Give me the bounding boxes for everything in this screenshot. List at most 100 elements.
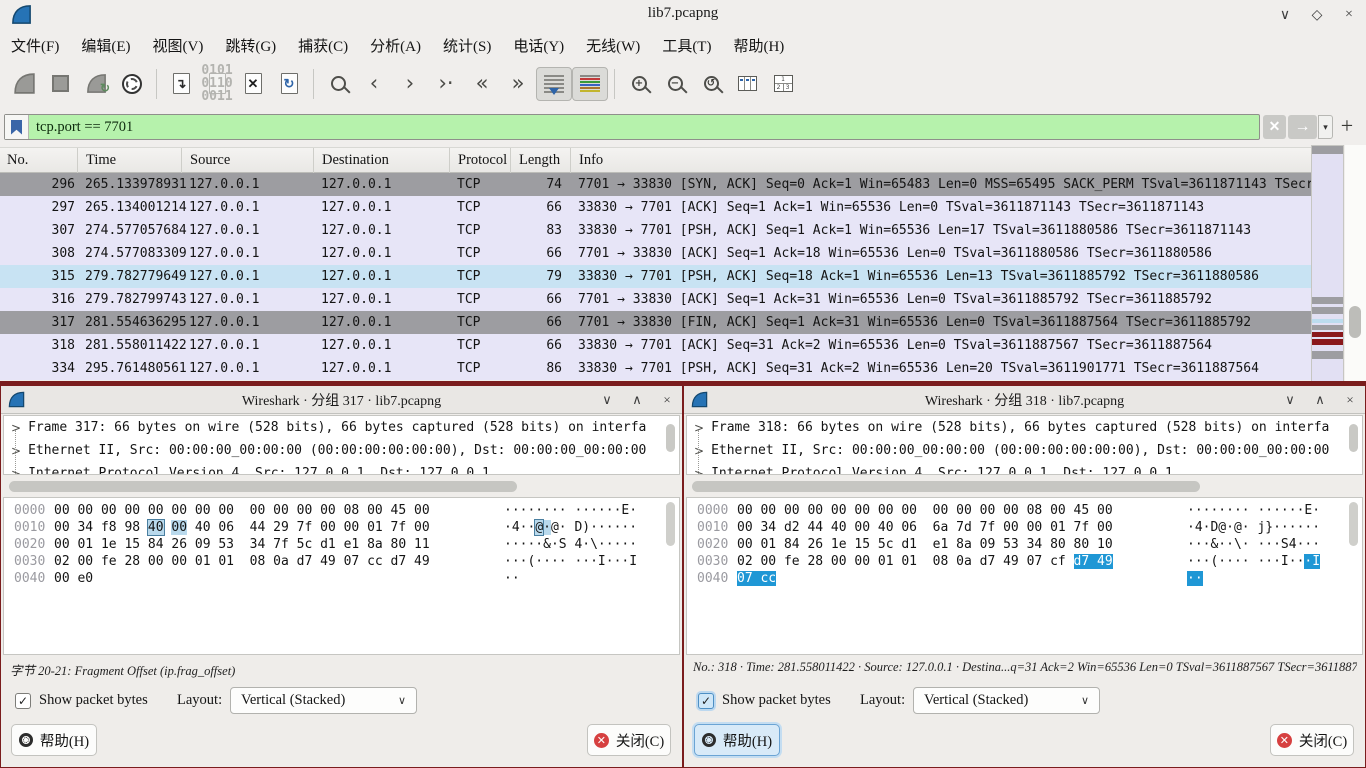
hex-bytes[interactable]: 00 00 00 00 00 00 00 00 00 00 00 00 08 0…	[737, 503, 1113, 518]
hex-ascii[interactable]: ·····&·S 4·\·····	[504, 537, 637, 552]
menu-item[interactable]: 工具(T)	[651, 31, 722, 60]
menu-item[interactable]: 捕获(C)	[287, 31, 359, 60]
layout-icon[interactable]: 123	[765, 67, 801, 101]
tree-row[interactable]: >Internet Protocol Version 4, Src: 127.0…	[4, 462, 679, 475]
packet-list-scrollbar[interactable]	[1345, 145, 1366, 381]
column-header[interactable]: Destination	[313, 148, 449, 174]
zoom-out-icon[interactable]: −	[657, 67, 693, 101]
hex-bytes[interactable]: 07 cc	[737, 571, 776, 586]
zoom-in-icon[interactable]: +	[621, 67, 657, 101]
window-close-button[interactable]: ×	[660, 392, 674, 408]
packet-row[interactable]: 317281.554636295127.0.0.1127.0.0.1TCP667…	[0, 311, 1311, 334]
hex-ascii[interactable]: ···(···· ···I···I	[1187, 554, 1320, 569]
tree-horizontal-scrollbar[interactable]	[686, 480, 1363, 493]
expander-icon[interactable]: >	[694, 421, 704, 435]
packet-bytes-pane[interactable]: 000000 00 00 00 00 00 00 00 00 00 00 00 …	[686, 497, 1363, 655]
column-header[interactable]: Info	[570, 148, 1311, 174]
packet-row[interactable]: 296265.133978931127.0.0.1127.0.0.1TCP747…	[0, 173, 1311, 196]
help-button[interactable]: 帮助(H)	[694, 724, 780, 756]
menu-item[interactable]: 视图(V)	[142, 31, 215, 60]
find-packet-icon[interactable]	[320, 67, 356, 101]
tree-row[interactable]: >Ethernet II, Src: 00:00:00_00:00:00 (00…	[4, 439, 679, 462]
hex-ascii[interactable]: ··	[1187, 571, 1203, 586]
packet-row[interactable]: 318281.558011422127.0.0.1127.0.0.1TCP663…	[0, 334, 1311, 357]
hex-ascii[interactable]: ·4··@·@· D)······	[504, 520, 637, 535]
hex-line[interactable]: 003002 00 fe 28 00 00 01 01 08 0a d7 49 …	[4, 554, 679, 571]
hex-line[interactable]: 001000 34 f8 98 40 00 40 06 44 29 7f 00 …	[4, 520, 679, 537]
hex-bytes[interactable]: 02 00 fe 28 00 00 01 01 08 0a d7 49 07 c…	[737, 554, 1113, 569]
go-to-packet-icon[interactable]: ›·	[428, 67, 464, 101]
close-button[interactable]: ✕关闭(C)	[1270, 724, 1354, 756]
show-packet-bytes-checkbox[interactable]: ✓	[698, 693, 714, 709]
hex-line[interactable]: 000000 00 00 00 00 00 00 00 00 00 00 00 …	[687, 503, 1362, 520]
window-restore-button[interactable]: ∧	[630, 392, 644, 408]
menu-item[interactable]: 统计(S)	[432, 31, 502, 60]
packet-list-header[interactable]: No.TimeSourceDestinationProtocolLengthIn…	[0, 147, 1311, 173]
hex-scrollbar-handle[interactable]	[1349, 502, 1358, 546]
menu-item[interactable]: 分析(A)	[359, 31, 432, 60]
capture-options-icon[interactable]	[114, 67, 150, 101]
packet-details-tree[interactable]: >Frame 318: 66 bytes on wire (528 bits),…	[686, 415, 1363, 475]
hex-line[interactable]: 001000 34 d2 44 40 00 40 06 6a 7d 7f 00 …	[687, 520, 1362, 537]
scrollbar-handle[interactable]	[1349, 306, 1361, 338]
close-file-icon[interactable]: ✕	[235, 67, 271, 101]
menu-item[interactable]: 文件(F)	[0, 31, 70, 60]
hex-ascii[interactable]: ········ ······E·	[1187, 503, 1320, 518]
packet-row[interactable]: 297265.134001214127.0.0.1127.0.0.1TCP663…	[0, 196, 1311, 219]
column-header[interactable]: Time	[77, 148, 181, 174]
help-button[interactable]: 帮助(H)	[11, 724, 97, 756]
tree-row[interactable]: >Internet Protocol Version 4, Src: 127.0…	[687, 462, 1362, 475]
window-close-button[interactable]: ×	[1340, 7, 1358, 23]
save-file-icon[interactable]: 0101 0110 0011	[199, 67, 235, 101]
window-maximize-button[interactable]: ◇	[1308, 7, 1326, 24]
tree-row[interactable]: >Frame 317: 66 bytes on wire (528 bits),…	[4, 416, 679, 439]
hex-line[interactable]: 002000 01 84 26 1e 15 5c d1 e1 8a 09 53 …	[687, 537, 1362, 554]
expander-icon[interactable]: >	[11, 421, 21, 435]
layout-select[interactable]: Vertical (Stacked)∨	[913, 687, 1100, 714]
expander-icon[interactable]: >	[694, 444, 704, 458]
filter-apply-button[interactable]: →	[1288, 115, 1317, 139]
hex-line[interactable]: 003002 00 fe 28 00 00 01 01 08 0a d7 49 …	[687, 554, 1362, 571]
column-header[interactable]: Source	[181, 148, 313, 174]
hex-line[interactable]: 004000 e0··	[4, 571, 679, 588]
filter-add-button[interactable]: +	[1336, 112, 1358, 140]
window-minimize-button[interactable]: ∨	[1276, 7, 1294, 24]
resize-columns-icon[interactable]	[729, 67, 765, 101]
capture-restart-icon[interactable]: ↻	[78, 67, 114, 101]
menu-item[interactable]: 电话(Y)	[502, 31, 575, 60]
reload-file-icon[interactable]: ↻	[271, 67, 307, 101]
scrollbar-handle[interactable]	[9, 481, 517, 492]
hex-line[interactable]: 002000 01 1e 15 84 26 09 53 34 7f 5c d1 …	[4, 537, 679, 554]
packet-row[interactable]: 316279.782799743127.0.0.1127.0.0.1TCP667…	[0, 288, 1311, 311]
hex-line[interactable]: 000000 00 00 00 00 00 00 00 00 00 00 00 …	[4, 503, 679, 520]
expander-icon[interactable]: >	[694, 467, 704, 476]
close-button[interactable]: ✕关闭(C)	[587, 724, 671, 756]
go-last-packet-icon[interactable]: »	[500, 67, 536, 101]
hex-bytes[interactable]: 00 00 00 00 00 00 00 00 00 00 00 00 08 0…	[54, 503, 430, 518]
capture-start-icon[interactable]	[6, 67, 42, 101]
tree-horizontal-scrollbar[interactable]	[3, 480, 680, 493]
menu-item[interactable]: 无线(W)	[575, 31, 651, 60]
hex-bytes[interactable]: 02 00 fe 28 00 00 01 01 08 0a d7 49 07 c…	[54, 554, 430, 569]
packet-row[interactable]: 307274.577057684127.0.0.1127.0.0.1TCP833…	[0, 219, 1311, 242]
colorize-icon[interactable]	[572, 67, 608, 101]
column-header[interactable]: Protocol	[449, 148, 510, 174]
hex-ascii[interactable]: ···&··\· ···S4···	[1187, 537, 1320, 552]
go-forward-icon[interactable]: ›	[392, 67, 428, 101]
hex-bytes[interactable]: 00 01 1e 15 84 26 09 53 34 7f 5c d1 e1 8…	[54, 537, 430, 552]
tree-scrollbar-handle[interactable]	[666, 424, 675, 452]
hex-bytes[interactable]: 00 e0	[54, 571, 93, 586]
hex-ascii[interactable]: ···(···· ···I···I	[504, 554, 637, 569]
column-header[interactable]: No.	[0, 148, 77, 174]
window-minimize-button[interactable]: ∨	[600, 392, 614, 408]
hex-ascii[interactable]: ··	[504, 571, 520, 586]
window-close-button[interactable]: ×	[1343, 392, 1357, 408]
hex-ascii[interactable]: ········ ······E·	[504, 503, 637, 518]
filter-dropdown-button[interactable]: ▾	[1318, 115, 1333, 139]
hex-ascii[interactable]: ·4·D@·@· j}······	[1187, 520, 1320, 535]
display-filter-input[interactable]: tcp.port == 7701	[4, 114, 1260, 140]
window-restore-button[interactable]: ∧	[1313, 392, 1327, 408]
zoom-reset-icon[interactable]: ↺	[693, 67, 729, 101]
column-header[interactable]: Length	[510, 148, 570, 174]
expander-icon[interactable]: >	[11, 467, 21, 476]
